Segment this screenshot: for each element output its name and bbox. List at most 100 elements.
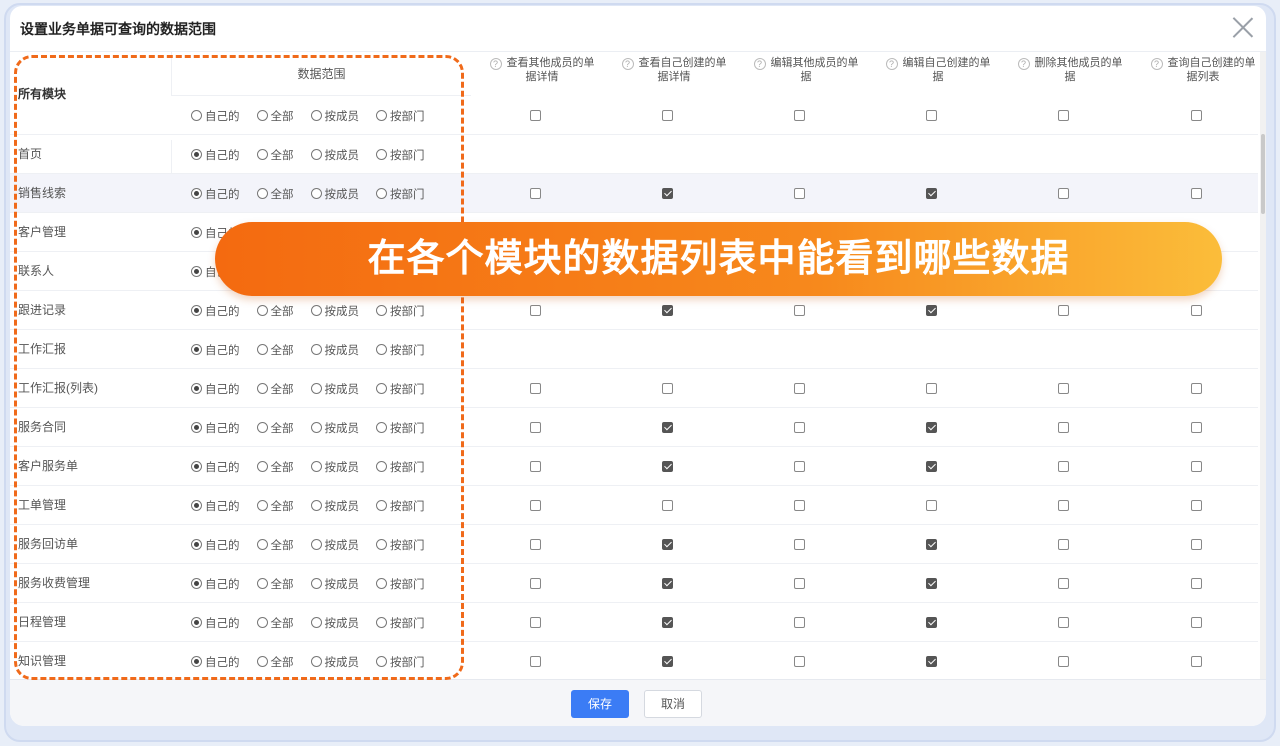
- permission-checkbox[interactable]: [662, 422, 673, 433]
- scope-dept-radio[interactable]: 按部门: [376, 576, 425, 592]
- scope-member-radio[interactable]: 按成员: [311, 342, 360, 358]
- help-icon[interactable]: ?: [1018, 58, 1030, 70]
- permission-checkbox[interactable]: [926, 188, 937, 199]
- permission-checkbox[interactable]: [530, 305, 541, 316]
- permission-checkbox[interactable]: [1058, 500, 1069, 511]
- permission-checkbox[interactable]: [530, 578, 541, 589]
- permission-checkbox[interactable]: [1058, 461, 1069, 472]
- scope-own-radio[interactable]: 自己的: [191, 108, 240, 124]
- scope-all-radio[interactable]: 全部: [257, 459, 294, 475]
- permission-checkbox[interactable]: [926, 656, 937, 667]
- permission-checkbox[interactable]: [794, 383, 805, 394]
- help-icon[interactable]: ?: [886, 58, 898, 70]
- scope-own-radio[interactable]: 自己的: [191, 147, 240, 163]
- permission-checkbox[interactable]: [1191, 188, 1202, 199]
- permission-checkbox[interactable]: [530, 500, 541, 511]
- select-all-column-checkbox[interactable]: [530, 110, 541, 121]
- permission-checkbox[interactable]: [794, 305, 805, 316]
- scope-own-radio[interactable]: 自己的: [191, 654, 240, 670]
- save-button[interactable]: 保存: [571, 690, 629, 718]
- scope-all-radio[interactable]: 全部: [257, 381, 294, 397]
- permission-checkbox[interactable]: [662, 461, 673, 472]
- scope-all-radio[interactable]: 全部: [257, 537, 294, 553]
- permission-checkbox[interactable]: [662, 539, 673, 550]
- permission-checkbox[interactable]: [1191, 305, 1202, 316]
- permission-checkbox[interactable]: [926, 461, 937, 472]
- permission-checkbox[interactable]: [926, 617, 937, 628]
- scope-member-radio[interactable]: 按成员: [311, 576, 360, 592]
- permission-checkbox[interactable]: [794, 656, 805, 667]
- permission-checkbox[interactable]: [662, 188, 673, 199]
- permission-checkbox[interactable]: [926, 500, 937, 511]
- permission-checkbox[interactable]: [1058, 617, 1069, 628]
- scope-member-radio[interactable]: 按成员: [311, 303, 360, 319]
- scope-member-radio[interactable]: 按成员: [311, 108, 360, 124]
- table-scrollbar[interactable]: [1260, 52, 1266, 679]
- scope-member-radio[interactable]: 按成员: [311, 186, 360, 202]
- scope-dept-radio[interactable]: 按部门: [376, 381, 425, 397]
- close-icon[interactable]: [1232, 16, 1254, 38]
- permission-checkbox[interactable]: [926, 578, 937, 589]
- permission-checkbox[interactable]: [926, 305, 937, 316]
- scope-own-radio[interactable]: 自己的: [191, 459, 240, 475]
- permission-checkbox[interactable]: [926, 383, 937, 394]
- permission-checkbox[interactable]: [530, 422, 541, 433]
- permission-checkbox[interactable]: [1058, 656, 1069, 667]
- scope-member-radio[interactable]: 按成员: [311, 537, 360, 553]
- scope-member-radio[interactable]: 按成员: [311, 615, 360, 631]
- scope-all-radio[interactable]: 全部: [257, 654, 294, 670]
- permission-checkbox[interactable]: [530, 383, 541, 394]
- help-icon[interactable]: ?: [490, 58, 502, 70]
- permission-checkbox[interactable]: [1058, 188, 1069, 199]
- scope-dept-radio[interactable]: 按部门: [376, 537, 425, 553]
- permission-checkbox[interactable]: [530, 539, 541, 550]
- scope-all-radio[interactable]: 全部: [257, 108, 294, 124]
- permission-checkbox[interactable]: [926, 539, 937, 550]
- permission-checkbox[interactable]: [662, 578, 673, 589]
- permission-checkbox[interactable]: [794, 500, 805, 511]
- permission-checkbox[interactable]: [530, 617, 541, 628]
- scope-all-radio[interactable]: 全部: [257, 342, 294, 358]
- permission-checkbox[interactable]: [662, 383, 673, 394]
- scope-member-radio[interactable]: 按成员: [311, 381, 360, 397]
- scope-all-radio[interactable]: 全部: [257, 147, 294, 163]
- help-icon[interactable]: ?: [622, 58, 634, 70]
- select-all-column-checkbox[interactable]: [794, 110, 805, 121]
- permission-checkbox[interactable]: [1058, 578, 1069, 589]
- scope-own-radio[interactable]: 自己的: [191, 381, 240, 397]
- scope-own-radio[interactable]: 自己的: [191, 303, 240, 319]
- permission-checkbox[interactable]: [1058, 383, 1069, 394]
- select-all-column-checkbox[interactable]: [1058, 110, 1069, 121]
- cancel-button[interactable]: 取消: [644, 690, 702, 718]
- scope-member-radio[interactable]: 按成员: [311, 654, 360, 670]
- permission-checkbox[interactable]: [530, 656, 541, 667]
- permission-checkbox[interactable]: [794, 539, 805, 550]
- scope-dept-radio[interactable]: 按部门: [376, 303, 425, 319]
- permission-checkbox[interactable]: [794, 461, 805, 472]
- scope-dept-radio[interactable]: 按部门: [376, 108, 425, 124]
- scope-member-radio[interactable]: 按成员: [311, 147, 360, 163]
- permission-checkbox[interactable]: [662, 305, 673, 316]
- permission-checkbox[interactable]: [1191, 461, 1202, 472]
- scope-dept-radio[interactable]: 按部门: [376, 615, 425, 631]
- scope-own-radio[interactable]: 自己的: [191, 420, 240, 436]
- permission-checkbox[interactable]: [530, 461, 541, 472]
- scope-dept-radio[interactable]: 按部门: [376, 186, 425, 202]
- permission-checkbox[interactable]: [1191, 422, 1202, 433]
- permission-checkbox[interactable]: [1191, 383, 1202, 394]
- help-icon[interactable]: ?: [1151, 58, 1163, 70]
- scope-all-radio[interactable]: 全部: [257, 186, 294, 202]
- permission-checkbox[interactable]: [530, 188, 541, 199]
- select-all-column-checkbox[interactable]: [662, 110, 673, 121]
- permission-checkbox[interactable]: [926, 422, 937, 433]
- scope-all-radio[interactable]: 全部: [257, 615, 294, 631]
- scope-dept-radio[interactable]: 按部门: [376, 147, 425, 163]
- permission-checkbox[interactable]: [1191, 500, 1202, 511]
- scope-dept-radio[interactable]: 按部门: [376, 498, 425, 514]
- permission-checkbox[interactable]: [1191, 617, 1202, 628]
- scope-dept-radio[interactable]: 按部门: [376, 342, 425, 358]
- scope-own-radio[interactable]: 自己的: [191, 498, 240, 514]
- scope-own-radio[interactable]: 自己的: [191, 576, 240, 592]
- scope-all-radio[interactable]: 全部: [257, 303, 294, 319]
- permission-checkbox[interactable]: [1191, 539, 1202, 550]
